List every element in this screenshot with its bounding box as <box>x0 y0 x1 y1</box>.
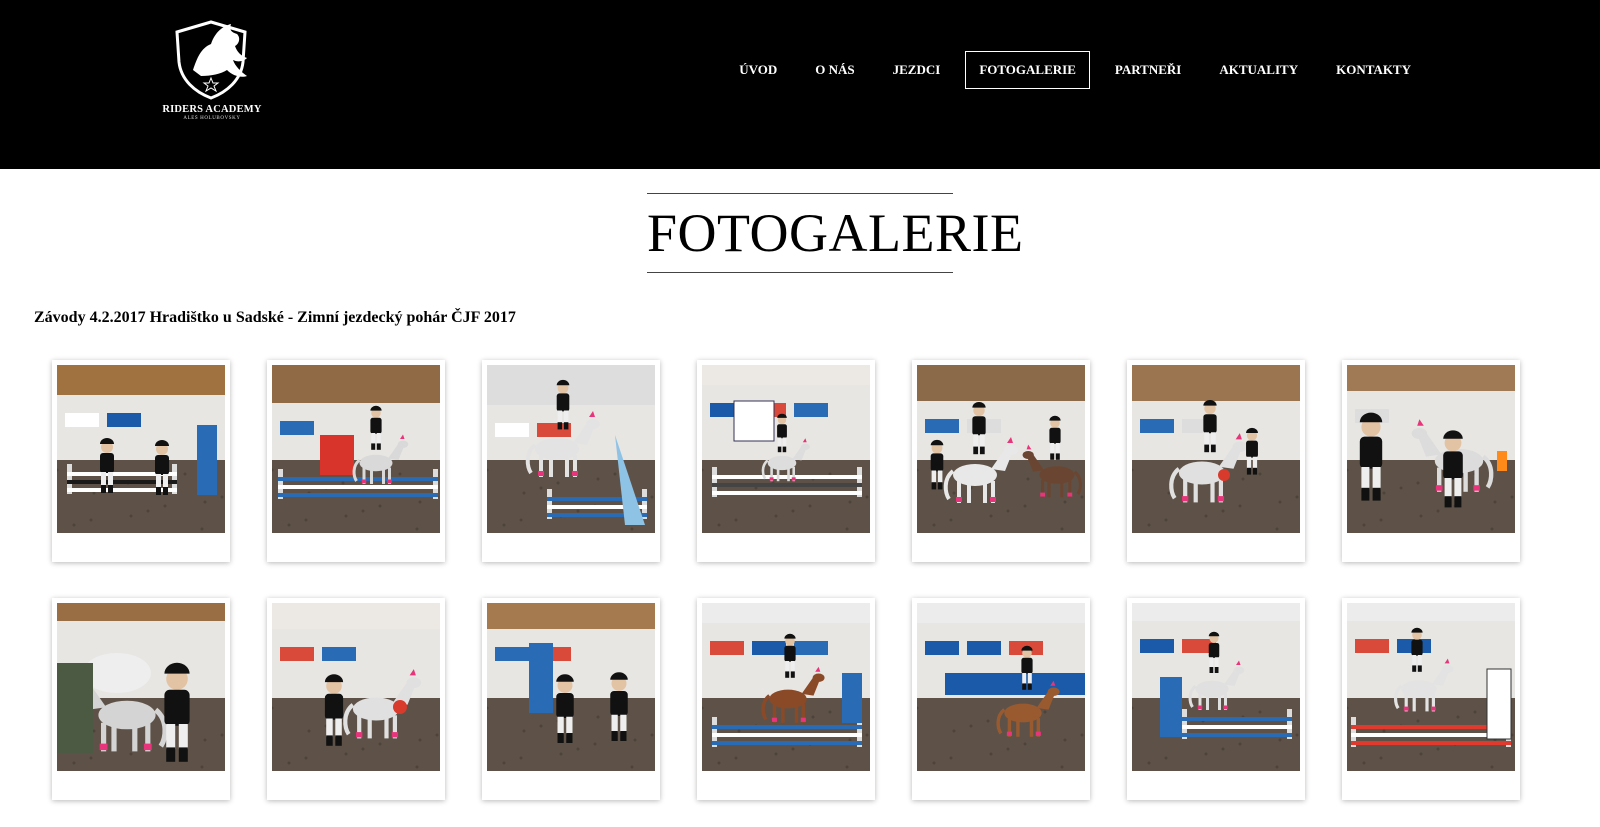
gallery-thumbnail[interactable] <box>52 360 230 562</box>
gallery-photo <box>272 365 440 533</box>
gallery-photo <box>1132 603 1300 771</box>
nav-aktuality[interactable]: AKTUALITY <box>1200 51 1317 89</box>
gallery-photo <box>272 603 440 771</box>
gallery-thumbnail[interactable] <box>1342 360 1520 562</box>
gallery-thumbnail[interactable] <box>1342 598 1520 800</box>
gallery-thumbnail[interactable] <box>52 598 230 800</box>
site-logo[interactable]: RIDERS ACADEMY ALEŠ HOLUBOVSKÝ <box>158 18 266 130</box>
gallery-photo <box>57 365 225 533</box>
brand-name: RIDERS ACADEMY <box>162 104 262 115</box>
gallery-photo <box>57 603 225 771</box>
gallery-photo <box>702 365 870 533</box>
gallery-thumbnail[interactable] <box>482 598 660 800</box>
gallery-thumbnail[interactable] <box>912 598 1090 800</box>
title-rule-bottom <box>647 272 953 273</box>
gallery-thumbnail[interactable] <box>482 360 660 562</box>
nav-uvod[interactable]: ÚVOD <box>720 51 796 89</box>
gallery-photo <box>702 603 870 771</box>
album-title: Závody 4.2.2017 Hradištko u Sadské - Zim… <box>34 309 516 326</box>
site-header: RIDERS ACADEMY ALEŠ HOLUBOVSKÝ ÚVOD O NÁ… <box>0 0 1600 169</box>
gallery-thumbnail[interactable] <box>697 598 875 800</box>
nav-o-nas[interactable]: O NÁS <box>796 51 873 89</box>
brand-subtitle: ALEŠ HOLUBOVSKÝ <box>183 116 241 121</box>
gallery-thumbnail[interactable] <box>267 598 445 800</box>
gallery-photo <box>487 365 655 533</box>
gallery-photo <box>917 603 1085 771</box>
gallery-photo <box>487 603 655 771</box>
page-title: FOTOGALERIE <box>647 203 1024 263</box>
nav-kontakty[interactable]: KONTAKTY <box>1317 51 1430 89</box>
horse-shield-logo-icon <box>175 20 247 100</box>
page-title-block: FOTOGALERIE <box>647 193 1024 273</box>
gallery-thumbnail[interactable] <box>1127 360 1305 562</box>
gallery-thumbnail[interactable] <box>1127 598 1305 800</box>
gallery-photo <box>917 365 1085 533</box>
gallery-thumbnail[interactable] <box>912 360 1090 562</box>
gallery-photo <box>1132 365 1300 533</box>
nav-jezdci[interactable]: JEZDCI <box>874 51 960 89</box>
gallery-thumbnail[interactable] <box>267 360 445 562</box>
main-nav: ÚVOD O NÁS JEZDCI FOTOGALERIE PARTNEŘI A… <box>720 51 1430 89</box>
gallery-photo <box>1347 365 1515 533</box>
nav-partneri[interactable]: PARTNEŘI <box>1096 51 1200 89</box>
gallery-photo <box>1347 603 1515 771</box>
nav-fotogalerie[interactable]: FOTOGALERIE <box>965 51 1090 89</box>
gallery-thumbnail[interactable] <box>697 360 875 562</box>
